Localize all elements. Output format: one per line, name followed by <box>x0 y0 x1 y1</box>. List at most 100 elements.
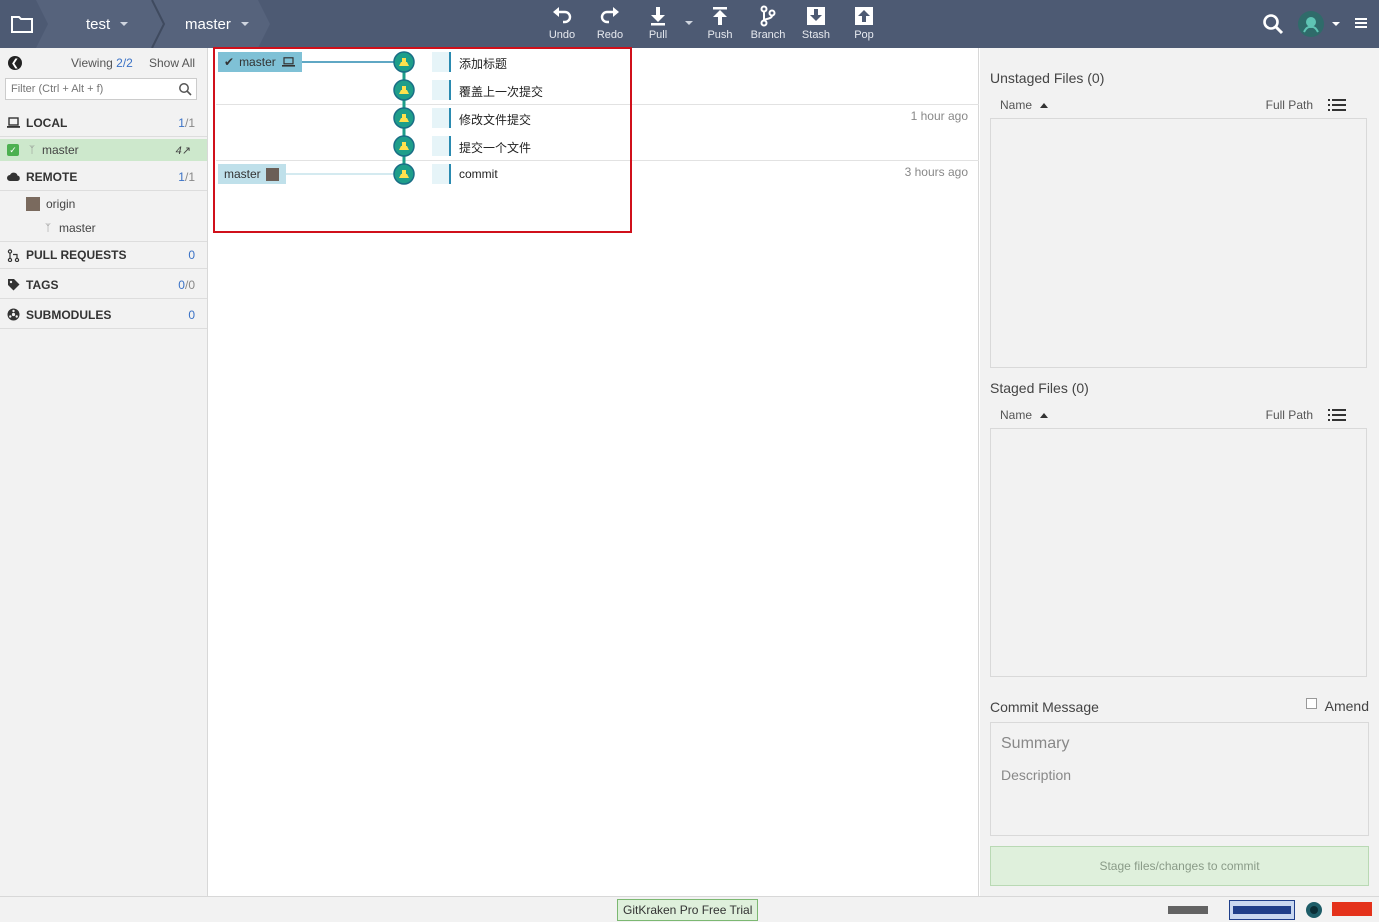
remote-origin-label: origin <box>46 197 76 211</box>
pull-request-icon <box>7 248 20 262</box>
account-menu[interactable] <box>1298 10 1342 38</box>
submodules-icon <box>7 308 20 321</box>
full-path-toggle[interactable]: Full Path <box>1266 408 1313 422</box>
filter-input[interactable] <box>6 79 171 99</box>
tray-flag-icon[interactable] <box>1332 902 1372 916</box>
pull-requests-label: PULL REQUESTS <box>26 248 127 262</box>
staged-files-list <box>990 428 1367 677</box>
remote-count: 1/1 <box>178 169 195 184</box>
pro-trial-button[interactable]: GitKraken Pro Free Trial <box>617 899 759 921</box>
branch-icon: ᛉ <box>45 222 51 234</box>
local-label: LOCAL <box>26 115 68 130</box>
description-input[interactable]: Description <box>1001 767 1071 783</box>
tag-icon <box>8 279 20 291</box>
submodules-label: SUBMODULES <box>26 307 112 322</box>
remote-origin[interactable]: origin <box>0 193 207 215</box>
undo-button[interactable]: Undo <box>539 5 585 45</box>
toolbar: test master Undo Redo Pull Push Branch S… <box>0 0 1379 48</box>
checkbox-icon[interactable] <box>1305 697 1317 709</box>
push-icon <box>713 7 727 25</box>
viewing-count: Viewing 2/2 <box>71 56 133 70</box>
sort-name-button[interactable]: Name <box>1000 98 1049 112</box>
undo-icon <box>553 7 572 24</box>
remote-label: REMOTE <box>26 169 78 184</box>
checkmark-icon: ✓ <box>7 144 19 156</box>
list-view-icon[interactable] <box>1328 99 1346 111</box>
chevron-down-icon <box>240 22 249 26</box>
pull-options-chevron-icon[interactable] <box>685 21 693 25</box>
filter-field[interactable] <box>5 78 197 100</box>
full-path-toggle[interactable]: Full Path <box>1266 98 1313 112</box>
sort-name-button[interactable]: Name <box>1000 408 1049 422</box>
tags-section-header[interactable]: TAGS 0/0 <box>0 271 207 299</box>
cloud-icon <box>7 172 20 181</box>
branch-selector[interactable]: master <box>160 0 270 48</box>
pop-button[interactable]: Pop <box>841 5 887 45</box>
list-view-icon[interactable] <box>1328 409 1346 421</box>
ahead-count: 4↗ <box>175 144 191 157</box>
sort-ascending-icon <box>1040 103 1049 109</box>
repo-selector[interactable]: test <box>44 0 162 48</box>
viewing-number: 2 <box>116 56 123 70</box>
stash-button[interactable]: Stash <box>793 5 839 45</box>
viewing-total: /2 <box>122 56 133 70</box>
tray-app-icon[interactable] <box>1304 901 1324 919</box>
stage-files-button[interactable]: Stage files/changes to commit <box>990 846 1369 886</box>
annotation-highlight-box <box>213 47 632 233</box>
staged-files-title: Staged Files (0) <box>990 380 1089 396</box>
pull-requests-section-header[interactable]: PULL REQUESTS 0 <box>0 241 207 269</box>
chevron-down-icon <box>1332 22 1340 26</box>
redo-button[interactable]: Redo <box>587 5 633 45</box>
redo-label: Redo <box>596 29 624 41</box>
remote-branch-master[interactable]: ᛉ master <box>0 217 207 239</box>
chevron-down-icon <box>120 22 129 26</box>
stash-label: Stash <box>801 29 831 41</box>
branch-button[interactable]: Branch <box>745 5 791 45</box>
tags-count: 0/0 <box>178 277 195 292</box>
pull-label: Pull <box>648 29 668 41</box>
search-icon <box>179 83 192 96</box>
branch-label: Branch <box>750 29 786 41</box>
status-bar: GitKraken Pro Free Trial <box>0 896 1379 922</box>
amend-label: Amend <box>1324 698 1369 714</box>
sort-ascending-icon <box>1040 413 1049 419</box>
remote-avatar <box>26 197 40 211</box>
summary-input[interactable]: Summary <box>1001 735 1069 753</box>
show-all-link[interactable]: Show All <box>149 56 195 70</box>
unstaged-column-header: Name Full Path <box>990 95 1366 117</box>
redo-icon <box>600 7 619 24</box>
commit-time: 1 hour ago <box>910 109 968 123</box>
folder-icon <box>11 16 33 33</box>
hamburger-menu-icon[interactable] <box>1354 16 1368 30</box>
amend-checkbox[interactable]: Amend <box>1305 697 1369 714</box>
pull-button[interactable]: Pull <box>635 5 681 45</box>
staged-column-header: Name Full Path <box>990 405 1366 427</box>
pop-icon <box>855 7 873 25</box>
back-arrow-icon[interactable]: ❮ <box>8 56 22 70</box>
local-branch-label: master <box>42 143 79 157</box>
commit-time: 3 hours ago <box>904 165 968 179</box>
search-icon[interactable] <box>1262 13 1284 35</box>
pop-label: Pop <box>854 29 874 41</box>
viewing-label: Viewing <box>71 56 113 70</box>
remote-branch-label: master <box>59 221 96 235</box>
submodules-section-header[interactable]: SUBMODULES 0 <box>0 301 207 329</box>
commit-message-label: Commit Message <box>990 699 1099 715</box>
submodules-count: 0 <box>188 307 195 322</box>
branch-name: master <box>185 15 231 33</box>
branch-icon <box>760 5 776 27</box>
push-button[interactable]: Push <box>697 5 743 45</box>
tags-label: TAGS <box>26 277 59 292</box>
branch-icon: ᛉ <box>29 144 35 156</box>
status-glyphs-icon <box>1168 906 1208 914</box>
commit-message-box[interactable]: Summary Description <box>990 722 1369 836</box>
local-branch-master[interactable]: ✓ ᛉ master 4↗ <box>0 139 207 161</box>
remote-section-header[interactable]: REMOTE 1/1 <box>0 163 207 191</box>
input-method-icon[interactable] <box>1229 900 1295 920</box>
local-section-header[interactable]: LOCAL 1/1 <box>0 109 207 137</box>
kraken-avatar-icon <box>1298 11 1324 37</box>
undo-label: Undo <box>548 29 576 41</box>
push-label: Push <box>707 29 733 41</box>
repo-name: test <box>86 15 111 33</box>
unstaged-files-list <box>990 118 1367 368</box>
